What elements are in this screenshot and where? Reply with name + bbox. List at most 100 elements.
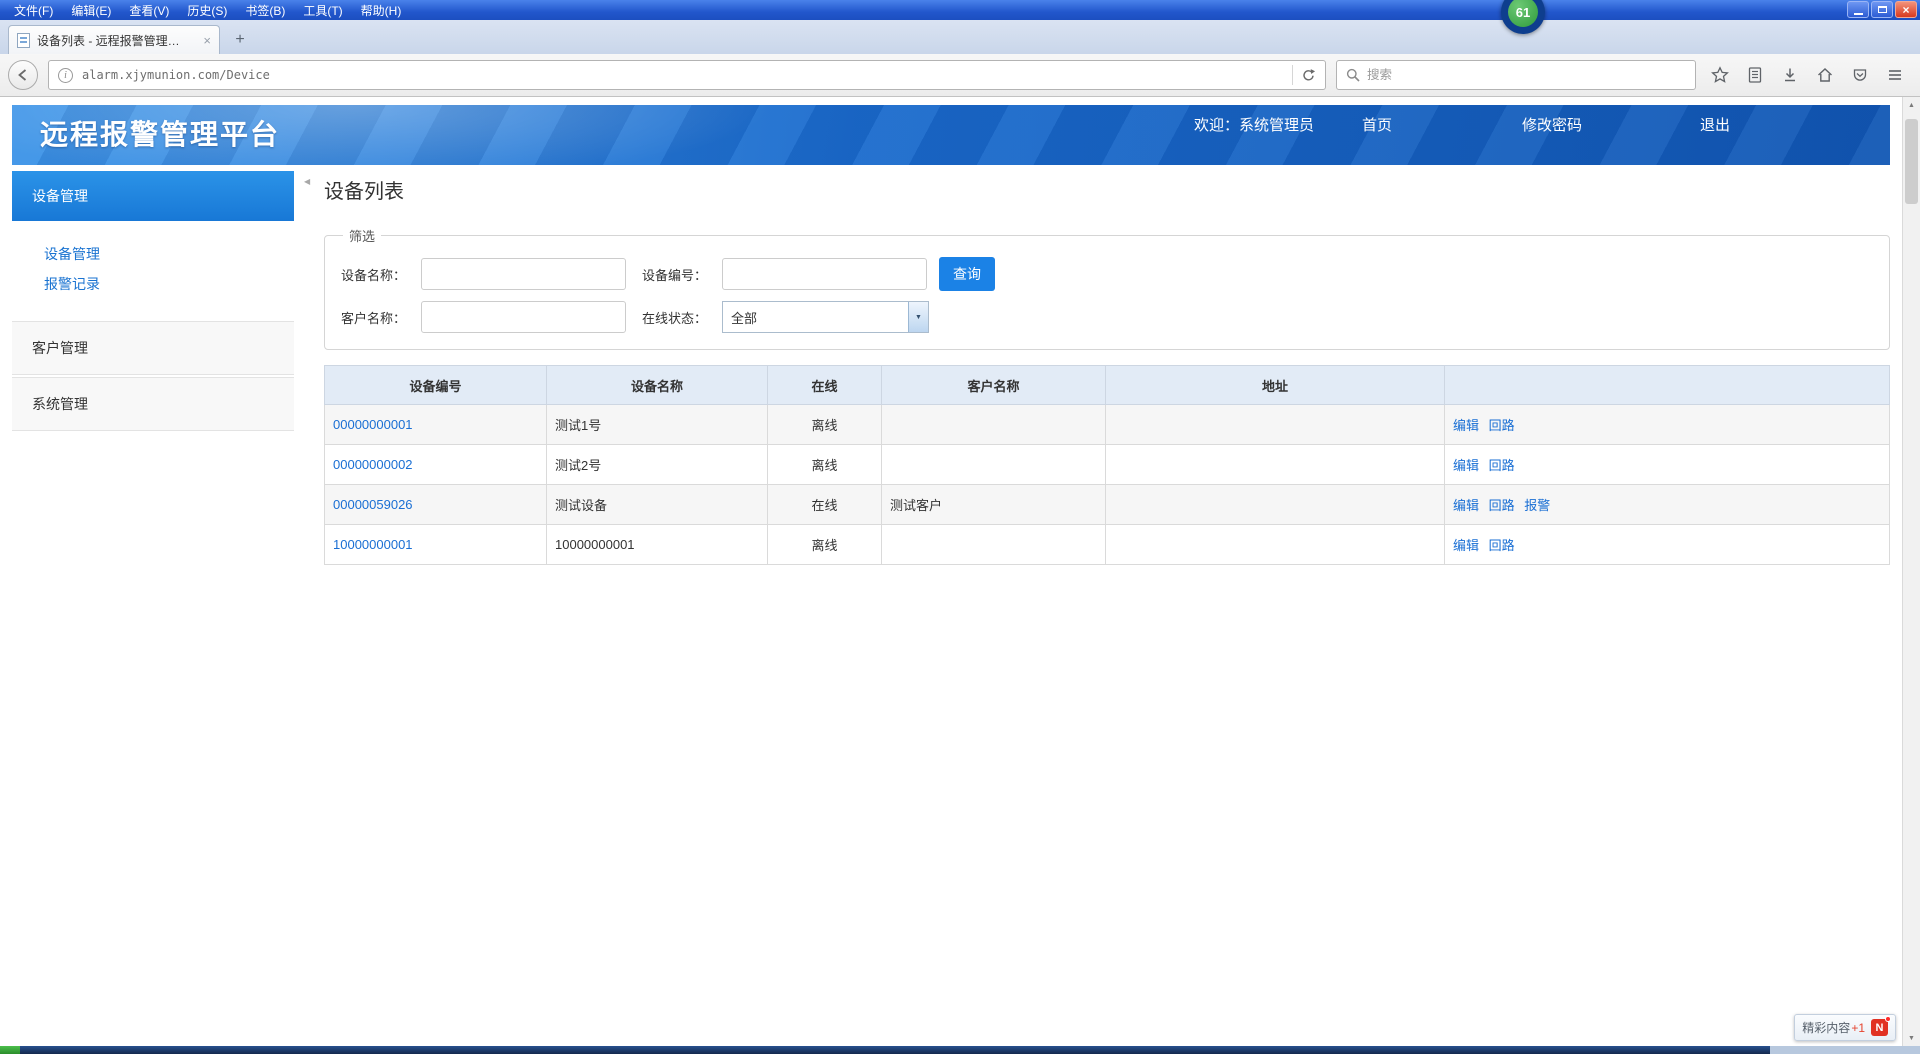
actions-cell: 编辑 回路 xyxy=(1445,405,1890,445)
tab-device-list[interactable]: 设备列表 - 远程报警管理… × xyxy=(8,25,220,54)
menu-edit[interactable]: 编辑(E) xyxy=(63,1,119,20)
col-actions xyxy=(1445,366,1890,405)
edit-link[interactable]: 编辑 xyxy=(1453,538,1479,553)
tab-close-icon[interactable]: × xyxy=(203,33,211,48)
menu-button[interactable] xyxy=(1886,66,1904,84)
downloads-button[interactable] xyxy=(1781,66,1799,84)
customer-name-label: 客户名称： xyxy=(341,308,421,327)
edit-link[interactable]: 编辑 xyxy=(1453,418,1479,433)
actions-cell: 编辑 回路 xyxy=(1445,445,1890,485)
scrollbar-thumb[interactable] xyxy=(1905,119,1918,204)
search-input[interactable] xyxy=(1367,68,1686,82)
url-text[interactable]: alarm.xjymunion.com/Device xyxy=(82,68,1292,82)
menu-view[interactable]: 查看(V) xyxy=(121,1,177,20)
sidebar-section-system-mgmt[interactable]: 系统管理 xyxy=(12,377,294,431)
sidebar-section-device-mgmt[interactable]: 设备管理 xyxy=(12,171,294,221)
device-no-label: 设备编号： xyxy=(642,265,722,284)
nav-home-link[interactable]: 首页 xyxy=(1362,114,1392,135)
library-button[interactable] xyxy=(1746,66,1764,84)
minimize-button[interactable] xyxy=(1847,1,1869,18)
reload-button[interactable] xyxy=(1292,65,1316,85)
sidebar-collapse-icon[interactable]: ◀ xyxy=(304,177,310,186)
circuit-link[interactable]: 回路 xyxy=(1489,418,1515,433)
url-bar[interactable]: i alarm.xjymunion.com/Device xyxy=(48,60,1326,90)
online-status-select[interactable]: 全部 ▼ xyxy=(722,301,929,333)
nav-change-password-link[interactable]: 修改密码 xyxy=(1522,114,1582,135)
scroll-down-icon[interactable]: ▼ xyxy=(1903,1030,1920,1046)
menu-help[interactable]: 帮助(H) xyxy=(353,1,410,20)
col-device-no: 设备编号 xyxy=(325,366,547,405)
scroll-up-icon[interactable]: ▲ xyxy=(1903,97,1920,113)
tab-bar: 设备列表 - 远程报警管理… × + xyxy=(0,20,1920,54)
back-arrow-icon xyxy=(15,67,31,83)
menu-file[interactable]: 文件(F) xyxy=(6,1,61,20)
alarm-link[interactable]: 报警 xyxy=(1524,498,1550,513)
screen: { "browser": { "menubar": ["文件(F)", "编辑(… xyxy=(0,0,1920,1054)
sidebar-link-device-mgmt[interactable]: 设备管理 xyxy=(44,239,294,269)
customer-cell: 测试客户 xyxy=(882,485,1106,525)
device-name-cell: 测试2号 xyxy=(547,445,768,485)
edit-link[interactable]: 编辑 xyxy=(1453,498,1479,513)
customer-cell xyxy=(882,525,1106,565)
start-button[interactable] xyxy=(0,1046,20,1054)
restore-button[interactable] xyxy=(1871,1,1893,18)
device-id-link[interactable]: 00000059026 xyxy=(333,497,413,512)
table-row: 10000000001 10000000001 离线 编辑 回路 xyxy=(325,525,1890,565)
circuit-link[interactable]: 回路 xyxy=(1489,498,1515,513)
sidebar-link-alarm-records[interactable]: 报警记录 xyxy=(44,269,294,299)
device-id-link[interactable]: 00000000002 xyxy=(333,457,413,472)
promo-text: 精彩内容 xyxy=(1802,1019,1850,1036)
back-button[interactable] xyxy=(8,60,38,90)
actions-cell: 编辑 回路 报警 xyxy=(1445,485,1890,525)
site-header: 远程报警管理平台 欢迎：系统管理员 首页 修改密码 退出 xyxy=(12,105,1890,165)
window-titlebar: 文件(F) 编辑(E) 查看(V) 历史(S) 书签(B) 工具(T) 帮助(H… xyxy=(0,0,1920,20)
device-id-link[interactable]: 10000000001 xyxy=(333,537,413,552)
tab-title: 设备列表 - 远程报警管理… xyxy=(37,32,199,49)
col-online: 在线 xyxy=(768,366,882,405)
select-dropdown-icon[interactable]: ▼ xyxy=(908,302,928,332)
query-button[interactable]: 查询 xyxy=(939,257,995,291)
bookmark-star-button[interactable] xyxy=(1711,66,1729,84)
device-table: 设备编号 设备名称 在线 客户名称 地址 00000000001 xyxy=(324,365,1890,565)
home-button[interactable] xyxy=(1816,66,1834,84)
pocket-button[interactable] xyxy=(1851,66,1869,84)
customer-name-input[interactable] xyxy=(421,301,626,333)
page-scrollbar[interactable]: ▲ ▼ xyxy=(1902,97,1920,1046)
circuit-link[interactable]: 回路 xyxy=(1489,538,1515,553)
device-name-label: 设备名称： xyxy=(341,265,421,284)
filter-panel: 筛选 设备名称： 设备编号： 查询 客户名称： 在线状态： xyxy=(324,226,1890,350)
minimize-icon xyxy=(1854,13,1863,15)
search-bar xyxy=(1336,60,1696,90)
address-cell xyxy=(1106,445,1445,485)
menu-tools[interactable]: 工具(T) xyxy=(295,1,350,20)
sidebar-section-customer-mgmt[interactable]: 客户管理 xyxy=(12,321,294,375)
menubar: 文件(F) 编辑(E) 查看(V) 历史(S) 书签(B) 工具(T) 帮助(H… xyxy=(0,1,409,20)
device-name-input[interactable] xyxy=(421,258,626,290)
device-no-input[interactable] xyxy=(722,258,927,290)
sidebar: 设备管理 设备管理 报警记录 客户管理 系统管理 xyxy=(12,165,294,431)
table-row: 00000000001 测试1号 离线 编辑 回路 xyxy=(325,405,1890,445)
promo-popup[interactable]: 精彩内容 +1 N xyxy=(1794,1014,1896,1041)
info-icon[interactable]: i xyxy=(58,68,73,83)
menu-bookmarks[interactable]: 书签(B) xyxy=(237,1,293,20)
window-controls: × xyxy=(1847,1,1917,18)
web-page: 远程报警管理平台 欢迎：系统管理员 首页 修改密码 退出 设备管理 设备管理 报… xyxy=(0,97,1902,1046)
circuit-link[interactable]: 回路 xyxy=(1489,458,1515,473)
new-tab-button[interactable]: + xyxy=(228,29,252,51)
device-id-link[interactable]: 00000000001 xyxy=(333,417,413,432)
main-content: ◀ 设备列表 筛选 设备名称： 设备编号： 查询 客户名称： xyxy=(294,165,1890,565)
col-address: 地址 xyxy=(1106,366,1445,405)
address-cell xyxy=(1106,405,1445,445)
close-button[interactable]: × xyxy=(1895,1,1917,18)
news-app-icon[interactable]: N xyxy=(1871,1019,1888,1036)
nav-logout-link[interactable]: 退出 xyxy=(1700,114,1730,135)
edit-link[interactable]: 编辑 xyxy=(1453,458,1479,473)
header-nav: 欢迎：系统管理员 首页 修改密码 退出 xyxy=(1194,114,1730,135)
library-icon xyxy=(1746,66,1764,84)
menu-history[interactable]: 历史(S) xyxy=(179,1,235,20)
device-name-cell: 测试1号 xyxy=(547,405,768,445)
reload-icon xyxy=(1301,68,1316,83)
page-title: 设备列表 xyxy=(324,175,1890,204)
device-name-cell: 10000000001 xyxy=(547,525,768,565)
table-row: 00000059026 测试设备 在线 测试客户 编辑 回路 报警 xyxy=(325,485,1890,525)
